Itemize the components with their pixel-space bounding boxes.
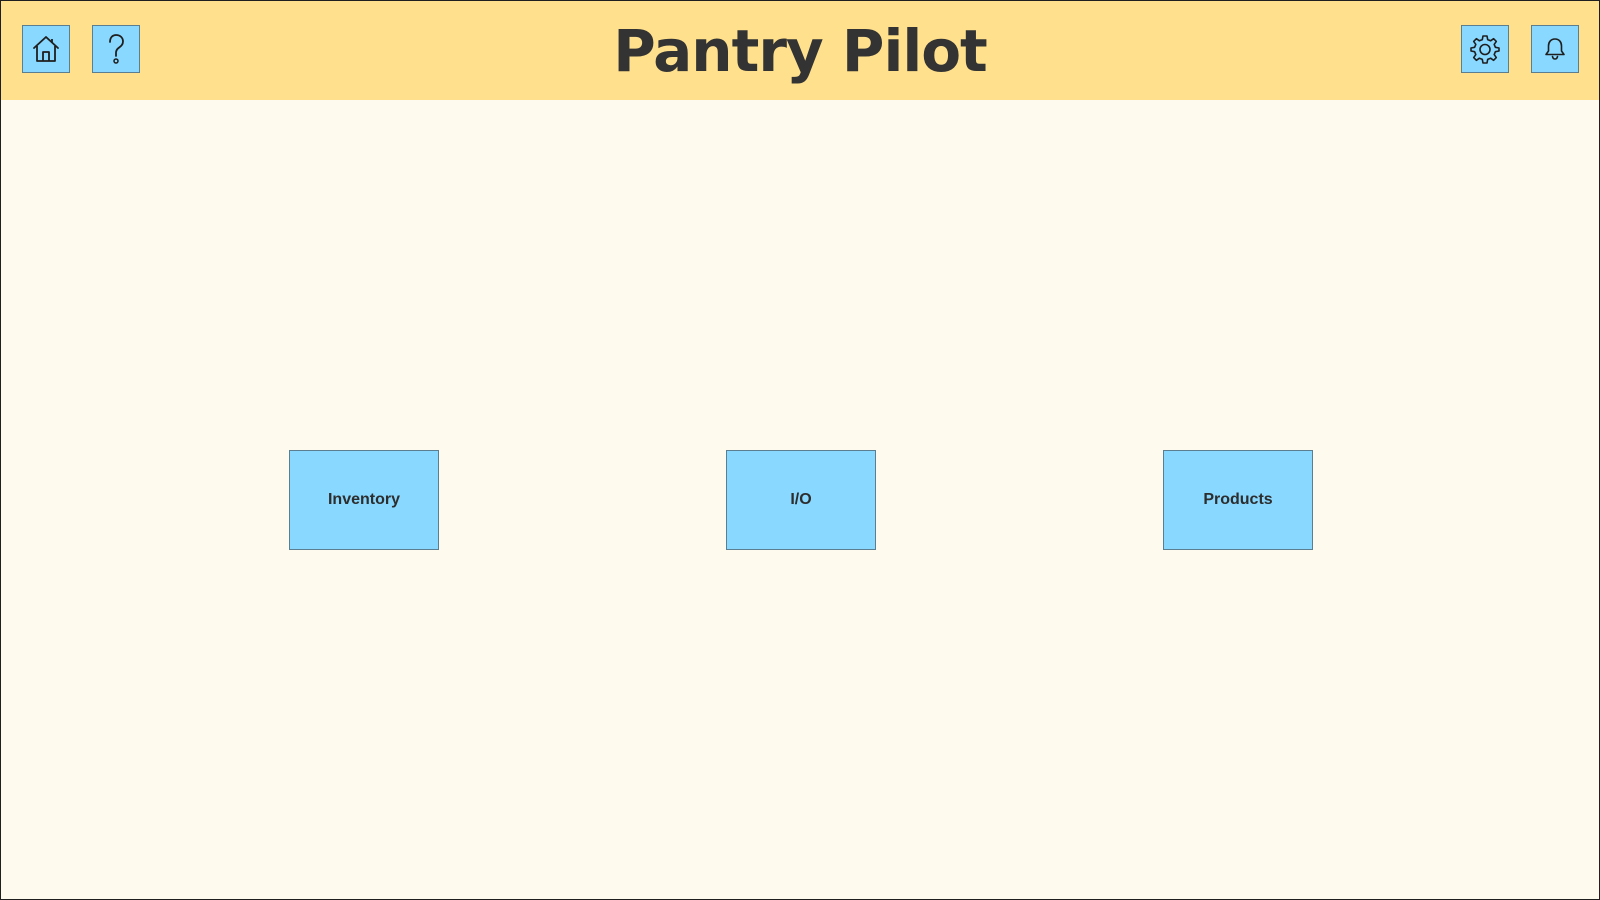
- products-button-label: Products: [1203, 491, 1273, 508]
- io-button[interactable]: I/O: [726, 450, 876, 550]
- inventory-button[interactable]: Inventory: [289, 450, 439, 550]
- app-title: Pantry Pilot: [613, 17, 988, 85]
- header-bar: Pantry Pilot: [1, 1, 1599, 100]
- app-window: Pantry Pilot Inventory I/O Products: [0, 0, 1600, 900]
- settings-button[interactable]: [1461, 25, 1509, 73]
- bell-icon: [1545, 38, 1565, 60]
- notifications-button[interactable]: [1531, 25, 1579, 73]
- gear-icon: [1470, 35, 1500, 64]
- io-button-label: I/O: [790, 491, 812, 508]
- products-button[interactable]: Products: [1163, 450, 1313, 550]
- inventory-button-label: Inventory: [327, 491, 400, 508]
